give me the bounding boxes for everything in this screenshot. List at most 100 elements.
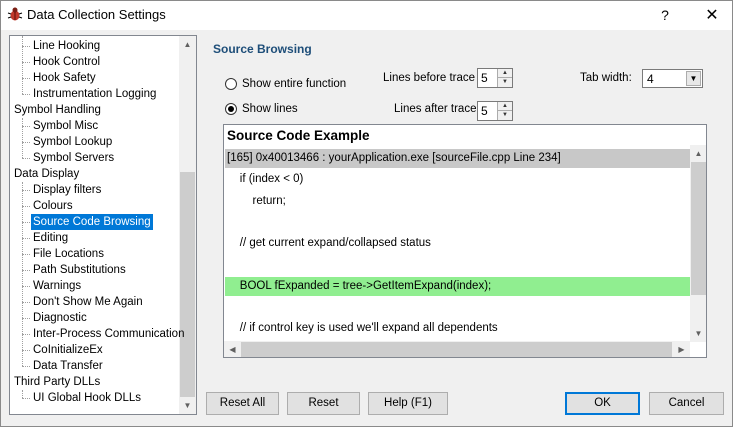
show-entire-function-radio[interactable] [225,78,237,90]
code-hscroll-thumb[interactable] [241,342,672,357]
dialog-window: Data Collection Settings ? ✕ ▲ ▼ Line Ho… [0,0,733,427]
tree-connector-line [22,78,30,79]
lines-after-spinner[interactable]: 5 ▲ ▼ [477,101,513,121]
tree-guide-line [22,118,23,158]
spin-down-icon[interactable]: ▼ [498,111,512,120]
tree-connector-line [22,270,30,271]
code-line: if (index < 0) [227,173,304,185]
tree-item[interactable]: Data Transfer [31,358,105,374]
tree-connector-line [22,398,30,399]
code-line: // if control key is used we'll expand a… [227,322,498,334]
scroll-down-icon[interactable]: ▼ [690,325,706,342]
window-title: Data Collection Settings [27,7,166,22]
code-header-line: [165] 0x40013466 : yourApplication.exe [… [225,149,690,168]
tree-item[interactable]: Don't Show Me Again [31,294,145,310]
lines-before-spin-buttons[interactable]: ▲ ▼ [497,69,512,87]
tree-item[interactable]: Data Display [12,166,81,182]
tree-item[interactable]: Symbol Handling [12,102,103,118]
tree-connector-line [22,62,30,63]
tree-item[interactable]: Instrumentation Logging [31,86,158,102]
tree-item[interactable]: Hook Safety [31,70,98,86]
tree-connector-line [22,286,30,287]
tree-connector-line [22,238,30,239]
lines-before-spinner[interactable]: 5 ▲ ▼ [477,68,513,88]
tree-connector-line [22,254,30,255]
tree-item[interactable]: Warnings [31,278,83,294]
spin-up-icon[interactable]: ▲ [498,102,512,111]
tree-connector-line [22,334,30,335]
lines-after-spin-buttons[interactable]: ▲ ▼ [497,102,512,120]
title-bar: Data Collection Settings ? ✕ [1,1,732,30]
code-vscroll-thumb[interactable] [691,162,706,295]
scroll-down-icon[interactable]: ▼ [179,397,196,414]
tree-item[interactable]: Inter-Process Communication [31,326,186,342]
tree-item[interactable]: Editing [31,230,70,246]
bug-app-icon [7,6,23,22]
tree-item[interactable]: Symbol Misc [31,118,100,134]
tab-width-select[interactable]: 4 ▼ [642,69,703,88]
code-example-title: Source Code Example [227,128,370,143]
tree-guide-line [22,390,23,398]
scroll-up-icon[interactable]: ▲ [179,36,196,53]
chevron-down-icon[interactable]: ▼ [686,71,701,86]
tab-width-label: Tab width: [580,72,632,84]
tree-item[interactable]: File Locations [31,246,106,262]
scroll-left-icon[interactable]: ◀ [224,341,241,357]
tree-connector-line [22,206,30,207]
show-lines-radio[interactable] [225,103,237,115]
tree-item[interactable]: Hook Control [31,54,102,70]
ok-button[interactable]: OK [565,392,640,415]
tree-connector-line [22,190,30,191]
tree-scroll-thumb[interactable] [180,172,195,397]
tree-item[interactable]: Symbol Servers [31,150,116,166]
tab-width-value[interactable]: 4 [647,72,654,86]
tree-item[interactable]: Line Hooking [31,38,102,54]
cancel-button[interactable]: Cancel [649,392,724,415]
tree-connector-line [22,142,30,143]
lines-before-label: Lines before trace [383,72,476,84]
tree-item[interactable]: Path Substitutions [31,262,128,278]
scroll-right-icon[interactable]: ▶ [673,341,690,357]
tree-scrollbar[interactable]: ▲ ▼ [179,36,196,414]
help-button[interactable]: Help (F1) [368,392,448,415]
lines-after-label: Lines after trace [394,103,477,115]
tree-connector-line [22,158,30,159]
tree-item[interactable]: UI Global Hook DLLs [31,390,143,406]
tree-item[interactable]: Third Party DLLs [12,374,102,390]
tree-item[interactable]: Colours [31,198,75,214]
tree-item[interactable]: Diagnostic [31,310,89,326]
tree-connector-line [22,318,30,319]
code-line: // get current expand/collapsed status [227,237,431,249]
tree-item[interactable]: Symbol Lookup [31,134,114,150]
tree-connector-line [22,46,30,47]
tree-connector-line [22,222,30,223]
code-horizontal-scrollbar[interactable]: ◀ ▶ [224,341,690,357]
lines-before-value[interactable]: 5 [481,71,488,85]
tree-connector-line [22,302,30,303]
section-title: Source Browsing [213,42,312,56]
lines-after-value[interactable]: 5 [481,104,488,118]
scroll-up-icon[interactable]: ▲ [690,145,706,162]
code-vertical-scrollbar[interactable]: ▲ ▼ [690,145,706,342]
show-entire-function-label[interactable]: Show entire function [242,78,346,90]
code-highlighted-line: BOOL fExpanded = tree->GetItemExpand(ind… [225,277,690,296]
source-code-example[interactable]: // if control key is used we'll expand a… [223,124,707,358]
tree-guide-line [22,36,23,94]
spin-down-icon[interactable]: ▼ [498,78,512,87]
reset-button[interactable]: Reset [287,392,360,415]
tree-item[interactable]: Display filters [31,182,103,198]
spin-up-icon[interactable]: ▲ [498,69,512,78]
settings-tree[interactable]: ▲ ▼ Line Hooking Hook Control Hook Safety I… [9,35,197,415]
close-button[interactable]: ✕ [693,1,731,30]
tree-connector-line [22,366,30,367]
tree-connector-line [22,94,30,95]
show-lines-label[interactable]: Show lines [242,103,298,115]
reset-all-button[interactable]: Reset All [206,392,279,415]
help-title-button[interactable]: ? [649,1,681,30]
tree-guide-line [22,182,23,366]
tree-item[interactable]: Source Code Browsing [31,214,153,230]
tree-item[interactable]: CoInitializeEx [31,342,105,358]
